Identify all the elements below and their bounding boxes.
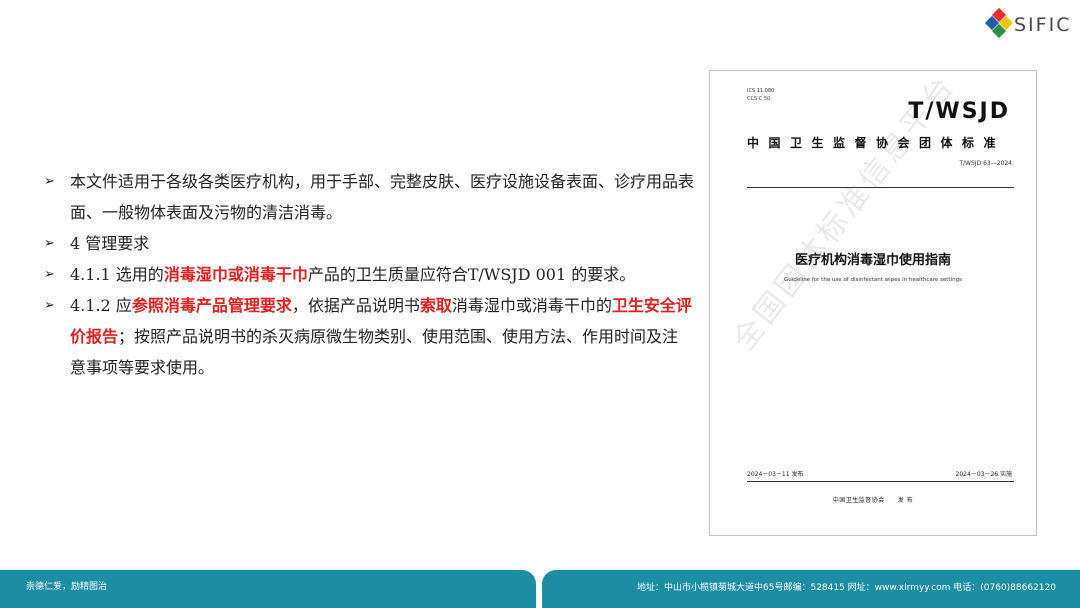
bullet-item: ➢ 4 管理要求 bbox=[44, 228, 694, 259]
highlighted-text: 参照消毒产品管理要求 bbox=[131, 296, 292, 315]
standard-cover-document: 全国团体标准信息平台 ICS 11.080 CCS C 50 T/WSJD 中国… bbox=[709, 70, 1037, 536]
cover-standard-number: T/WSJD 63—2024 bbox=[959, 160, 1012, 167]
cover-implement-date: 2024－03－26 实施 bbox=[955, 471, 1012, 478]
logo-diamond-icon bbox=[984, 7, 1014, 40]
arrow-bullet-icon: ➢ bbox=[44, 236, 55, 251]
cover-title-cn: 医疗机构消毒湿巾使用指南 bbox=[794, 253, 951, 268]
cover-standard-code: T/WSJD bbox=[908, 99, 1010, 124]
arrow-bullet-icon: ➢ bbox=[44, 298, 55, 313]
bullet-text: 4.1.1 选用的 bbox=[70, 265, 164, 284]
bullet-item: ➢ 本文件适用于各级各类医疗机构，用于手部、完整皮肤、医疗设施设备表面、诊疗用品表… bbox=[44, 166, 694, 228]
cover-divider-top bbox=[747, 187, 1014, 188]
arrow-bullet-icon: ➢ bbox=[44, 267, 55, 282]
arrow-bullet-icon: ➢ bbox=[44, 174, 55, 189]
sific-logo: SIFIC bbox=[984, 7, 1072, 40]
bullet-item: ➢ 4.1.2 应参照消毒产品管理要求，依据产品说明书索取消毒湿巾或消毒干巾的卫生… bbox=[44, 290, 694, 383]
bullet-item: ➢ 4.1.1 选用的消毒湿巾或消毒干巾产品的卫生质量应符合T/WSJD 001 … bbox=[44, 259, 694, 290]
footer-address: 地址：中山市小榄镇菊城大道中65号邮编：528415 网址：www.xlrmyy… bbox=[637, 583, 1056, 593]
cover-title-en: Guideline for the use of disinfectant wi… bbox=[784, 277, 962, 283]
bullet-text: 本文件适用于各级各类医疗机构，用于手部、完整皮肤、医疗设施设备表面、诊疗用品表面… bbox=[70, 172, 695, 222]
bullet-text: ，依据产品说明书 bbox=[291, 296, 420, 315]
logo-text: SIFIC bbox=[1014, 14, 1072, 36]
highlighted-text: 消毒湿巾或消毒干巾 bbox=[163, 265, 308, 284]
cover-ics: ICS 11.080 bbox=[747, 88, 775, 94]
cover-classification: ICS 11.080 CCS C 50 bbox=[747, 87, 774, 103]
cover-publish-date: 2024－03－11 发布 bbox=[747, 471, 804, 478]
bullet-text: 4.1.2 应 bbox=[70, 296, 132, 315]
cover-issuer: 中国卫生监督协会 发 布 bbox=[832, 497, 914, 504]
cover-ccs: CCS C 50 bbox=[747, 96, 771, 102]
bullet-text: 消毒湿巾或消毒干巾的 bbox=[451, 296, 612, 315]
footer-slogan: 崇德仁爱，励精图治 bbox=[26, 582, 108, 592]
bullet-text: 产品的卫生质量应符合T/WSJD 001 的要求。 bbox=[307, 265, 636, 284]
highlighted-text: 索取 bbox=[419, 296, 452, 315]
bullet-list: ➢ 本文件适用于各级各类医疗机构，用于手部、完整皮肤、医疗设施设备表面、诊疗用品表… bbox=[44, 166, 694, 383]
cover-association: 中国卫生监督协会团体标准 bbox=[747, 136, 1006, 150]
bullet-text: ；按照产品说明书的杀灭病原微生物类别、使用范围、使用方法、作用时间及注意事项等要… bbox=[70, 327, 679, 377]
cover-divider-bottom bbox=[747, 481, 1014, 482]
bullet-text: 4 管理要求 bbox=[70, 234, 150, 253]
